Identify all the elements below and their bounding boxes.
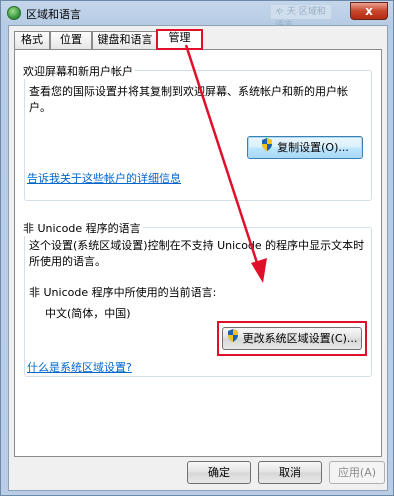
current-language-label: 非 Unicode 程序中所使用的当前语言: [29, 286, 217, 299]
region-globe-icon [7, 6, 21, 20]
change-locale-annotation-box [217, 321, 367, 356]
tab-formats[interactable]: 格式 [14, 31, 50, 49]
current-language-value: 中文(简体，中国) [45, 307, 131, 320]
window-title: 区域和语言 [26, 8, 81, 21]
tab-annotation-box [156, 29, 203, 50]
apply-button[interactable]: 应用(A) [329, 461, 385, 484]
tab-keyboards-languages[interactable]: 键盘和语言 [92, 31, 158, 49]
tab-location[interactable]: 位置 [50, 31, 92, 49]
cancel-button[interactable]: 取消 [258, 461, 322, 484]
welcome-description: 查看您的国际设置并将其复制到欢迎屏幕、系统帐户和新的用户帐户。 [29, 85, 348, 114]
region-language-window: 区域和语言 ゃ 天 区域和语言 x 格式 位置 键盘和语言 管理 欢迎屏幕和新用… [0, 0, 394, 496]
dialog-buttons: 确定 取消 应用(A) [9, 456, 387, 490]
uac-shield-icon [261, 137, 273, 158]
close-button[interactable]: x [350, 2, 388, 20]
copy-settings-button[interactable]: 复制设置(O)... [247, 136, 363, 159]
welcome-accounts-link[interactable]: 告诉我关于这些帐户的详细信息 [27, 170, 181, 186]
system-locale-help-link[interactable]: 什么是系统区域设置? [27, 359, 132, 375]
welcome-group-title: 欢迎屏幕和新用户帐户 [21, 63, 135, 79]
dialog-client-area: 格式 位置 键盘和语言 管理 欢迎屏幕和新用户帐户 查看您的国际设置并将其复制到… [8, 25, 388, 491]
non-unicode-description: 这个设置(系统区域设置)控制在不支持 Unicode 的程序中显示文本时所使用的… [29, 239, 365, 268]
ok-button[interactable]: 确定 [187, 461, 251, 484]
copy-settings-label: 复制设置(O)... [277, 141, 349, 154]
administrative-panel: 欢迎屏幕和新用户帐户 查看您的国际设置并将其复制到欢迎屏幕、系统帐户和新的用户帐… [14, 49, 382, 457]
title-bar[interactable]: 区域和语言 ゃ 天 区域和语言 x [1, 1, 393, 31]
non-unicode-group-title: 非 Unicode 程序的语言 [21, 220, 143, 236]
background-window-title: ゃ 天 区域和语言 [271, 5, 331, 31]
